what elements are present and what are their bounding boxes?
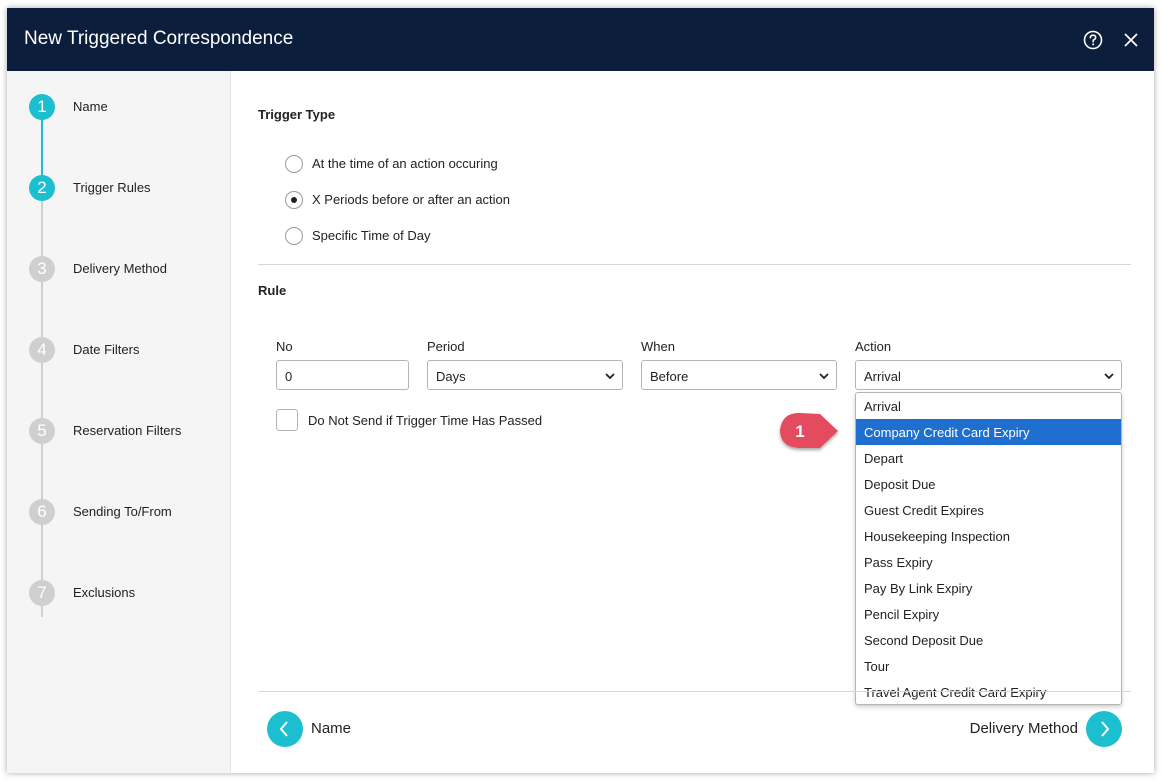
action-select-value: Arrival bbox=[864, 369, 901, 384]
step-label: Reservation Filters bbox=[73, 423, 182, 438]
do-not-send-checkbox[interactable] bbox=[276, 409, 298, 431]
step-date-filters[interactable]: 4 Date Filters bbox=[7, 337, 231, 377]
next-button[interactable] bbox=[1086, 711, 1122, 747]
chevron-down-icon bbox=[819, 373, 829, 380]
dialog-title: New Triggered Correspondence bbox=[24, 28, 294, 49]
dropdown-option-tour[interactable]: Tour bbox=[856, 653, 1121, 679]
chevron-left-icon bbox=[279, 721, 288, 737]
callout-number: 1 bbox=[795, 422, 805, 441]
dropdown-option-second-deposit-due[interactable]: Second Deposit Due bbox=[856, 627, 1121, 653]
step-label: Delivery Method bbox=[73, 261, 167, 276]
step-sending-to-from[interactable]: 6 Sending To/From bbox=[7, 499, 231, 539]
step-trigger-rules[interactable]: 2 Trigger Rules bbox=[7, 175, 231, 215]
step-label: Name bbox=[73, 99, 108, 114]
dropdown-option-housekeeping-inspection[interactable]: Housekeeping Inspection bbox=[856, 523, 1121, 549]
rule-heading: Rule bbox=[258, 283, 287, 298]
radio-label: Specific Time of Day bbox=[312, 228, 431, 243]
step-delivery-method[interactable]: 3 Delivery Method bbox=[7, 256, 231, 296]
step-exclusions[interactable]: 7 Exclusions bbox=[7, 580, 231, 620]
step-label: Exclusions bbox=[73, 585, 136, 600]
period-select[interactable]: Days bbox=[427, 360, 623, 390]
trigger-type-heading: Trigger Type bbox=[258, 107, 336, 122]
chevron-down-icon bbox=[605, 373, 615, 380]
step-name[interactable]: 1 Name bbox=[7, 94, 231, 134]
when-label: When bbox=[641, 339, 675, 354]
radio-label: X Periods before or after an action bbox=[312, 192, 511, 207]
dialog-header: New Triggered Correspondence bbox=[7, 8, 1154, 71]
chevron-right-icon bbox=[1101, 721, 1110, 737]
chevron-down-icon bbox=[1104, 373, 1114, 380]
close-icon[interactable] bbox=[1120, 29, 1142, 51]
help-icon[interactable] bbox=[1082, 29, 1104, 51]
section-divider bbox=[258, 264, 1131, 265]
dropdown-option-company-credit-card-expiry[interactable]: Company Credit Card Expiry bbox=[856, 419, 1121, 445]
action-select[interactable]: Arrival bbox=[855, 360, 1122, 390]
step-number-badge: 4 bbox=[29, 337, 55, 363]
period-select-value: Days bbox=[436, 369, 466, 384]
checkbox-label: Do Not Send if Trigger Time Has Passed bbox=[308, 413, 543, 428]
step-number-badge: 2 bbox=[29, 175, 55, 201]
dialog: New Triggered Correspondence 1 Name 2 Tr… bbox=[7, 8, 1154, 773]
back-label[interactable]: Name bbox=[311, 720, 351, 737]
dropdown-option-deposit-due[interactable]: Deposit Due bbox=[856, 471, 1121, 497]
step-reservation-filters[interactable]: 5 Reservation Filters bbox=[7, 418, 231, 458]
radio-button[interactable] bbox=[285, 227, 303, 245]
radio-label: At the time of an action occuring bbox=[312, 156, 498, 171]
dropdown-option-pay-by-link-expiry[interactable]: Pay By Link Expiry bbox=[856, 575, 1121, 601]
main-content: Trigger Type At the time of an action oc… bbox=[231, 71, 1154, 773]
step-number-badge: 7 bbox=[29, 580, 55, 606]
step-label: Date Filters bbox=[73, 342, 140, 357]
step-number-badge: 5 bbox=[29, 418, 55, 444]
wizard-steps: 1 Name 2 Trigger Rules 3 Delivery Method… bbox=[7, 71, 231, 773]
period-label: Period bbox=[427, 339, 465, 354]
step-label: Sending To/From bbox=[73, 504, 172, 519]
dropdown-option-travel-agent-credit-card-expiry[interactable]: Travel Agent Credit Card Expiry bbox=[856, 679, 1121, 704]
no-label: No bbox=[276, 339, 293, 354]
when-select[interactable]: Before bbox=[641, 360, 837, 390]
dropdown-option-arrival[interactable]: Arrival bbox=[856, 393, 1121, 419]
next-label[interactable]: Delivery Method bbox=[970, 720, 1078, 737]
action-label: Action bbox=[855, 339, 892, 354]
step-number-badge: 3 bbox=[29, 256, 55, 282]
dropdown-option-guest-credit-expires[interactable]: Guest Credit Expires bbox=[856, 497, 1121, 523]
radio-button-checked[interactable] bbox=[285, 191, 303, 209]
action-dropdown-list: Arrival Company Credit Card Expiry Depar… bbox=[855, 392, 1122, 705]
when-select-value: Before bbox=[650, 369, 689, 384]
dropdown-option-pencil-expiry[interactable]: Pencil Expiry bbox=[856, 601, 1121, 627]
back-button[interactable] bbox=[267, 711, 303, 747]
footer-divider bbox=[258, 691, 1131, 692]
radio-button[interactable] bbox=[285, 155, 303, 173]
no-input[interactable]: 0 bbox=[276, 360, 409, 390]
step-number-badge: 1 bbox=[29, 94, 55, 120]
step-number-badge: 6 bbox=[29, 499, 55, 525]
dropdown-option-pass-expiry[interactable]: Pass Expiry bbox=[856, 549, 1121, 575]
dropdown-option-depart[interactable]: Depart bbox=[856, 445, 1121, 471]
step-label: Trigger Rules bbox=[73, 180, 151, 195]
